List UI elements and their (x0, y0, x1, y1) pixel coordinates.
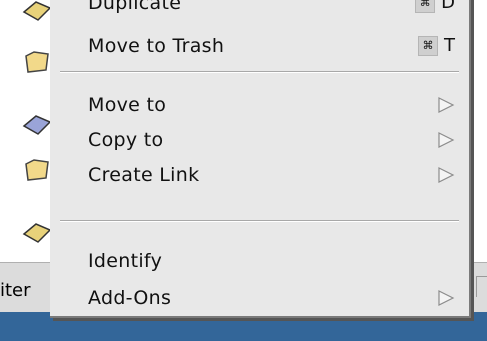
context-menu: Duplicate ⌘ D Move to Trash ⌘ T Move to Co… (50, 0, 471, 318)
status-bar-text: iter (0, 280, 31, 301)
menu-item-move-to[interactable]: Move to (50, 88, 469, 122)
menu-item-shortcut: ⌘ T (418, 29, 455, 63)
menu-item-label: Copy to (88, 129, 164, 151)
menu-item-identify[interactable]: Identify (50, 244, 469, 278)
menu-item-label: Create Link (88, 164, 200, 186)
menu-item-label: Add-Ons (88, 287, 172, 309)
menu-item-add-ons[interactable]: Add-Ons (50, 281, 469, 315)
command-key-icon: ⌘ (418, 36, 438, 56)
menu-item-create-link[interactable]: Create Link (50, 158, 469, 192)
scrollbar-edge[interactable] (476, 276, 487, 297)
menu-item-label: Duplicate (88, 0, 182, 14)
submenu-arrow-icon (437, 131, 455, 149)
menu-item-label: Move to (88, 94, 167, 116)
menu-separator (60, 220, 459, 222)
folder-icon[interactable] (22, 158, 52, 182)
submenu-arrow-icon (437, 289, 455, 307)
submenu-arrow-icon (437, 166, 455, 184)
command-key-icon: ⌘ (415, 0, 436, 13)
menu-item-shortcut: ⌘ D (415, 0, 455, 20)
menu-item-move-to-trash[interactable]: Move to Trash ⌘ T (50, 29, 469, 63)
menu-separator (60, 71, 459, 73)
file-icon[interactable] (22, 222, 52, 246)
file-icon[interactable] (22, 0, 52, 24)
menu-item-copy-to[interactable]: Copy to (50, 123, 469, 157)
folder-icon[interactable] (22, 50, 52, 74)
file-icon[interactable] (22, 114, 52, 138)
menu-item-duplicate[interactable]: Duplicate ⌘ D (50, 0, 469, 20)
menu-item-label: Move to Trash (88, 35, 225, 57)
menu-item-label: Identify (88, 250, 163, 272)
submenu-arrow-icon (437, 96, 455, 114)
